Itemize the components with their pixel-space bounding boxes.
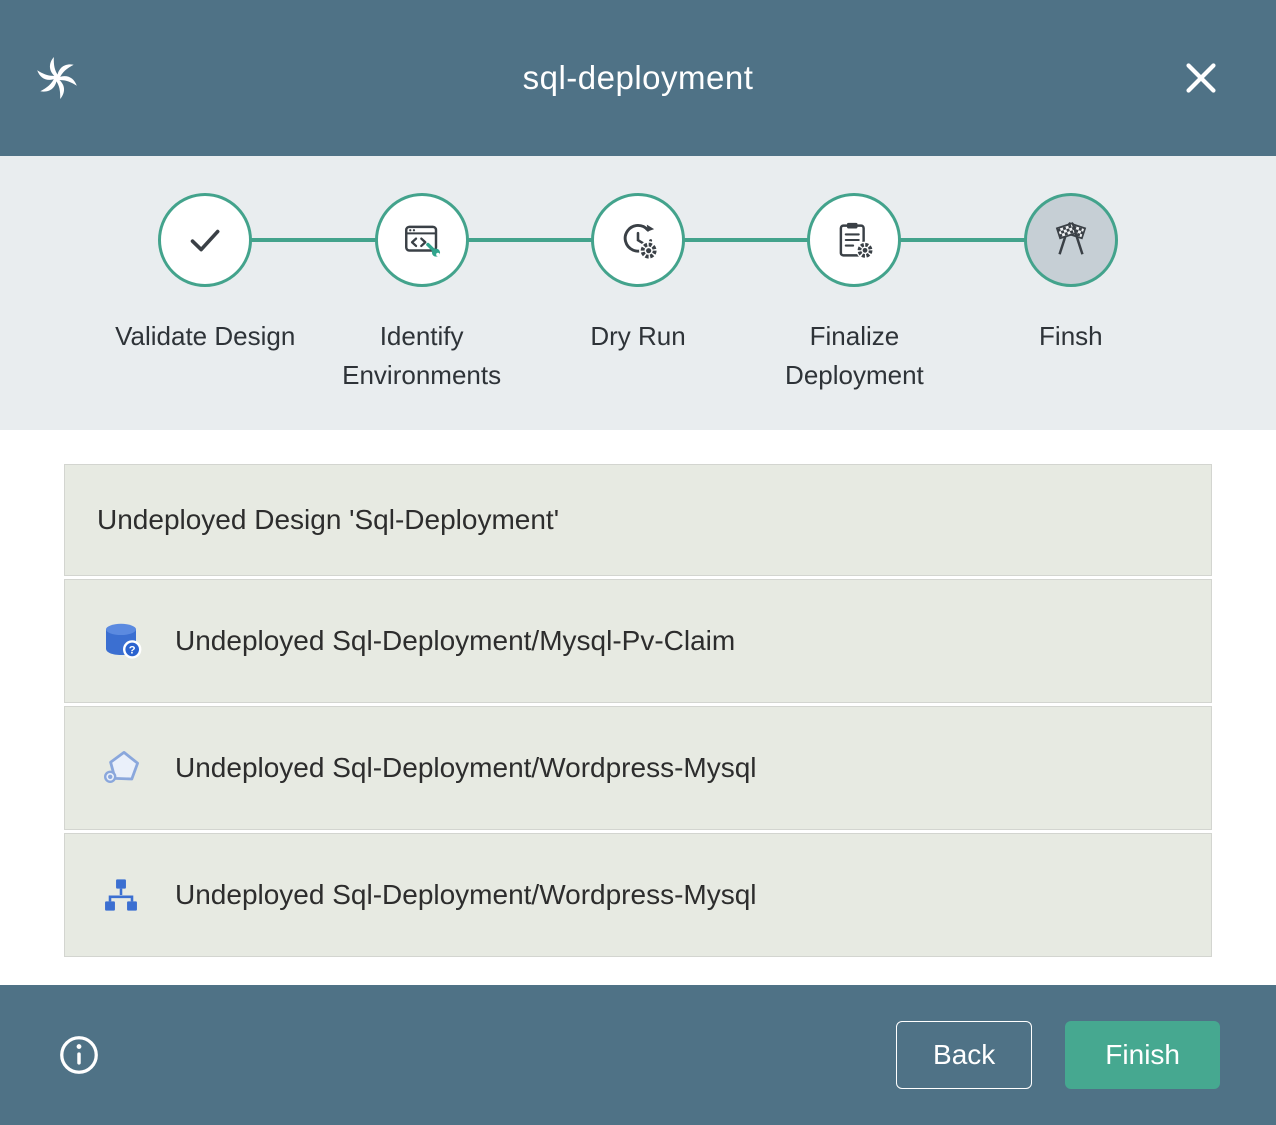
deployment-results: Undeployed Design 'Sql-Deployment' ? Und…	[0, 430, 1276, 985]
step-label: Finalize Deployment	[747, 317, 962, 395]
step-validate-design: Validate Design	[97, 193, 313, 395]
step-finalize-deployment: Finalize Deployment	[746, 193, 962, 395]
result-text: Undeployed Sql-Deployment/Wordpress-Mysq…	[175, 879, 757, 911]
deployment-modal: sql-deployment Validate Design	[0, 0, 1276, 1125]
back-button[interactable]: Back	[896, 1021, 1032, 1089]
stepper-steps: Validate Design Iden	[0, 156, 1276, 395]
step-label: Finsh	[1039, 317, 1103, 356]
svg-text:?: ?	[129, 644, 136, 656]
result-row-wordpress-mysql-2: Undeployed Sql-Deployment/Wordpress-Mysq…	[64, 833, 1212, 957]
result-row-design: Undeployed Design 'Sql-Deployment'	[64, 464, 1212, 576]
check-icon	[158, 193, 252, 287]
history-gear-icon	[591, 193, 685, 287]
result-row-pv-claim: ? Undeployed Sql-Deployment/Mysql-Pv-Cla…	[64, 579, 1212, 703]
step-dry-run: Dry Run	[530, 193, 746, 395]
meshery-swirl-icon	[30, 51, 84, 105]
checkered-flags-icon	[1024, 193, 1118, 287]
result-text: Undeployed Sql-Deployment/Wordpress-Mysq…	[175, 752, 757, 784]
stepper: Validate Design Iden	[0, 156, 1276, 430]
code-window-wrench-icon	[375, 193, 469, 287]
clipboard-gear-icon	[807, 193, 901, 287]
result-row-wordpress-mysql-1: Undeployed Sql-Deployment/Wordpress-Mysq…	[64, 706, 1212, 830]
info-circle-icon	[56, 1032, 102, 1078]
mesh-pentagon-icon	[97, 744, 145, 792]
close-button[interactable]	[1178, 55, 1224, 101]
step-label: Identify Environments	[314, 317, 529, 395]
info-button[interactable]	[56, 1032, 102, 1078]
footer-actions: Back Finish	[896, 1021, 1220, 1089]
modal-title: sql-deployment	[0, 59, 1276, 97]
modal-header: sql-deployment	[0, 0, 1276, 156]
step-label: Validate Design	[115, 317, 295, 356]
database-icon: ?	[97, 617, 145, 665]
step-finish: Finsh	[963, 193, 1179, 395]
step-label: Dry Run	[590, 317, 685, 356]
modal-footer: Back Finish	[0, 985, 1276, 1125]
result-text: Undeployed Sql-Deployment/Mysql-Pv-Claim	[175, 625, 735, 657]
close-x-icon	[1178, 55, 1224, 101]
step-identify-environments: Identify Environments	[313, 193, 529, 395]
finish-button[interactable]: Finish	[1065, 1021, 1220, 1089]
result-text: Undeployed Design 'Sql-Deployment'	[97, 504, 559, 536]
hierarchy-icon	[97, 871, 145, 919]
